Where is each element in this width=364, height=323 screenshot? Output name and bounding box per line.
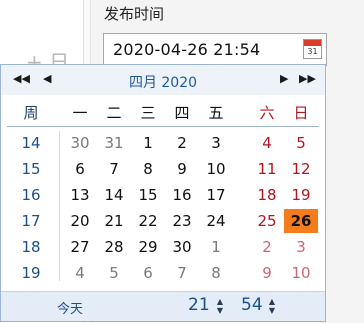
week-number: 14 <box>21 134 41 152</box>
next-year-button[interactable]: ▶▶ <box>299 72 316 85</box>
calendar-day[interactable]: 7 <box>97 157 131 181</box>
calendar-day[interactable]: 5 <box>284 131 318 155</box>
picker-footer: 今天 21 ▲ ▼ 54 ▲ ▼ <box>1 291 325 321</box>
calendar-day[interactable]: 27 <box>63 235 97 259</box>
publish-time-input[interactable]: 2020-04-26 21:54 31 <box>103 33 327 66</box>
calendar-day[interactable]: 13 <box>63 183 97 207</box>
calendar-day[interactable]: 22 <box>131 209 165 233</box>
day-header-wed: 三 <box>140 104 156 122</box>
calendar-day[interactable]: 17 <box>199 183 233 207</box>
calendar-icon[interactable]: 31 <box>303 39 322 59</box>
today-button[interactable]: 今天 <box>57 298 83 317</box>
calendar-day[interactable]: 18 <box>250 183 284 207</box>
month-title[interactable]: 四月 2020 <box>1 72 325 92</box>
next-month-button[interactable]: ▶ <box>280 72 288 85</box>
calendar-day[interactable]: 28 <box>97 235 131 259</box>
header-separator <box>7 126 319 127</box>
calendar-icon-label: 31 <box>307 47 318 56</box>
day-header-fri: 五 <box>208 104 224 122</box>
minute-value[interactable]: 54 <box>241 295 263 315</box>
calendar-day[interactable]: 24 <box>199 209 233 233</box>
calendar-day[interactable]: 10 <box>199 157 233 181</box>
calendar-day[interactable]: 4 <box>250 131 284 155</box>
week-column-header: 周 <box>23 104 39 122</box>
calendar-day[interactable]: 6 <box>131 261 165 285</box>
day-header-thu: 四 <box>174 104 190 122</box>
calendar-day[interactable]: 12 <box>284 157 318 181</box>
calendar-day[interactable]: 15 <box>131 183 165 207</box>
calendar-day[interactable]: 29 <box>131 235 165 259</box>
hour-spinner-icon[interactable]: ▲ ▼ <box>215 297 225 315</box>
calendar-day[interactable]: 7 <box>165 261 199 285</box>
calendar-day[interactable]: 8 <box>131 157 165 181</box>
minute-up-icon[interactable]: ▲ <box>267 297 277 306</box>
week-number: 16 <box>21 186 41 204</box>
date-picker-popup: ◀◀ ◀ 四月 2020 ▶ ▶▶ 周 一 二 三 四 五 六 日 14 15 … <box>0 64 326 322</box>
calendar-day[interactable]: 21 <box>97 209 131 233</box>
week-number: 18 <box>21 238 41 256</box>
day-header-sat: 六 <box>259 104 275 122</box>
minute-spinner-icon[interactable]: ▲ ▼ <box>267 297 277 315</box>
calendar-day[interactable]: 10 <box>284 261 318 285</box>
calendar-day[interactable]: 30 <box>165 235 199 259</box>
calendar-day[interactable]: 2 <box>165 131 199 155</box>
day-header-sun: 日 <box>293 104 309 122</box>
week-number: 17 <box>21 212 41 230</box>
week-number: 15 <box>21 160 41 178</box>
calendar-day[interactable]: 3 <box>199 131 233 155</box>
calendar-day[interactable]: 11 <box>250 157 284 181</box>
calendar-day[interactable]: 8 <box>199 261 233 285</box>
day-header-tue: 二 <box>106 104 122 122</box>
calendar-day[interactable]: 23 <box>165 209 199 233</box>
calendar-day[interactable]: 1 <box>131 131 165 155</box>
calendar-day[interactable]: 9 <box>250 261 284 285</box>
hour-down-icon[interactable]: ▼ <box>215 306 225 315</box>
minute-down-icon[interactable]: ▼ <box>267 306 277 315</box>
week-number: 19 <box>21 264 41 282</box>
publish-time-label: 发布时间 <box>104 5 165 23</box>
calendar-day[interactable]: 25 <box>250 209 284 233</box>
calendar-day[interactable]: 1 <box>199 235 233 259</box>
calendar-day[interactable]: 31 <box>97 131 131 155</box>
calendar-day[interactable]: 16 <box>165 183 199 207</box>
publish-time-value[interactable]: 2020-04-26 21:54 <box>113 40 260 59</box>
hour-up-icon[interactable]: ▲ <box>215 297 225 306</box>
calendar-day[interactable]: 30 <box>63 131 97 155</box>
hour-value[interactable]: 21 <box>188 295 210 315</box>
selected-day[interactable]: 26 <box>284 209 318 233</box>
calendar-day[interactable]: 14 <box>97 183 131 207</box>
calendar-day[interactable]: 4 <box>63 261 97 285</box>
picker-header: ◀◀ ◀ 四月 2020 ▶ ▶▶ <box>1 65 325 95</box>
calendar-day[interactable]: 20 <box>63 209 97 233</box>
calendar-day[interactable]: 19 <box>284 183 318 207</box>
calendar-day[interactable]: 6 <box>63 157 97 181</box>
calendar-day[interactable]: 9 <box>165 157 199 181</box>
calendar-day[interactable]: 5 <box>97 261 131 285</box>
week-column-separator <box>59 131 60 281</box>
calendar-day[interactable]: 3 <box>284 235 318 259</box>
calendar-day[interactable]: 2 <box>250 235 284 259</box>
day-header-mon: 一 <box>72 104 88 122</box>
